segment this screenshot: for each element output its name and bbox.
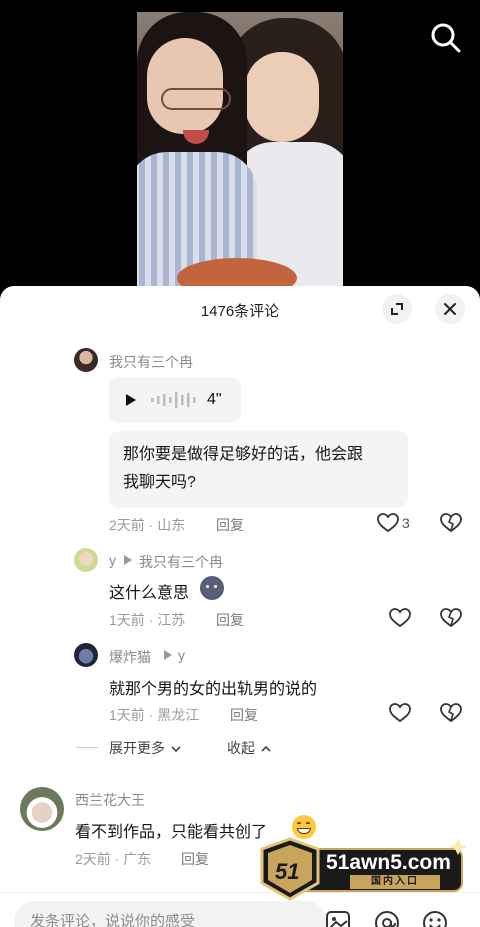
close-button[interactable] (435, 294, 465, 324)
reply-button[interactable]: 回复 (181, 849, 209, 869)
chevron-up-icon (261, 745, 271, 752)
reply-button[interactable]: 回复 (230, 705, 258, 725)
chevron-down-icon (171, 746, 181, 753)
transcribed-text-line-1: 那你要是做得足够好的话，他会跟 (123, 446, 364, 463)
reply-text: 这什么意思 (109, 585, 190, 602)
reply-author[interactable]: y (109, 552, 116, 568)
glasses (161, 88, 231, 110)
thread-divider (76, 747, 98, 748)
transcribed-text: 那你要是做得足够好的话，他会跟 我聊天吗? (109, 431, 408, 508)
expand-more-label: 展开更多 (109, 740, 165, 756)
reply-author[interactable]: 爆炸猫 (109, 647, 151, 667)
heart-icon[interactable] (389, 703, 411, 723)
avatar[interactable] (20, 787, 64, 831)
comment-time-location: 2天前 · 广东 (75, 851, 152, 867)
broken-heart-icon[interactable] (440, 608, 462, 628)
sticker-icon (200, 576, 224, 600)
reply-time-location: 1天前 · 黑龙江 (109, 707, 200, 723)
reply-text: 就那个男的女的出轨男的说的 (109, 681, 318, 698)
heart-icon[interactable] (377, 513, 399, 533)
reply-to-user[interactable]: 我只有三个冉 (139, 552, 223, 572)
play-icon (126, 394, 136, 406)
collapse-button[interactable]: 收起 (227, 738, 271, 758)
voice-duration: 4" (207, 391, 222, 408)
person-right-face (245, 52, 319, 142)
collapse-label: 收起 (227, 740, 255, 756)
caret-right-icon (124, 555, 132, 565)
expand-more-button[interactable]: 展开更多 (109, 738, 181, 758)
watermark-logo-text: 51 (275, 859, 300, 884)
expand-button[interactable] (382, 294, 412, 324)
reply-time-location: 1天前 · 江苏 (109, 612, 186, 628)
avatar[interactable] (74, 348, 98, 372)
comment-author[interactable]: 西兰花大王 (75, 790, 145, 810)
heart-icon[interactable] (389, 608, 411, 628)
person-left-face (147, 38, 231, 144)
broken-heart-icon[interactable] (440, 703, 462, 723)
video-player[interactable] (0, 0, 480, 302)
reply-button[interactable]: 回复 (216, 610, 244, 630)
avatar[interactable] (74, 643, 98, 667)
video-frame (137, 12, 343, 302)
reply-button[interactable]: 回复 (216, 515, 244, 535)
voice-message[interactable]: 4" (109, 377, 241, 423)
emoji-icon[interactable] (422, 910, 448, 927)
waveform-icon (151, 392, 196, 408)
watermark-sub: 国内入口 (350, 875, 440, 889)
reply-to-user[interactable]: y (178, 647, 185, 663)
caret-right-icon (164, 650, 172, 660)
watermark-brand: 51awn5.com (326, 851, 451, 874)
watermark-badge: 51 51awn5.com 国内入口 (258, 833, 468, 905)
search-icon[interactable] (428, 20, 464, 56)
reply-author[interactable]: 我只有三个冉 (109, 352, 193, 372)
at-icon[interactable] (374, 910, 400, 927)
close-icon (444, 303, 456, 315)
like-count: 3 (402, 515, 410, 531)
comment-text: 看不到作品，只能看共创了 (75, 824, 268, 841)
transcribed-text-line-2: 我聊天吗? (123, 474, 196, 491)
reply-time-location: 2天前 · 山东 (109, 517, 186, 533)
broken-heart-icon[interactable] (440, 513, 462, 533)
avatar[interactable] (74, 548, 98, 572)
expand-icon (391, 303, 403, 315)
comment-sheet: 1476条评论 我只有三个冉 4" 那你要是做得足够好的话，他会跟 我聊天吗? … (0, 286, 480, 925)
